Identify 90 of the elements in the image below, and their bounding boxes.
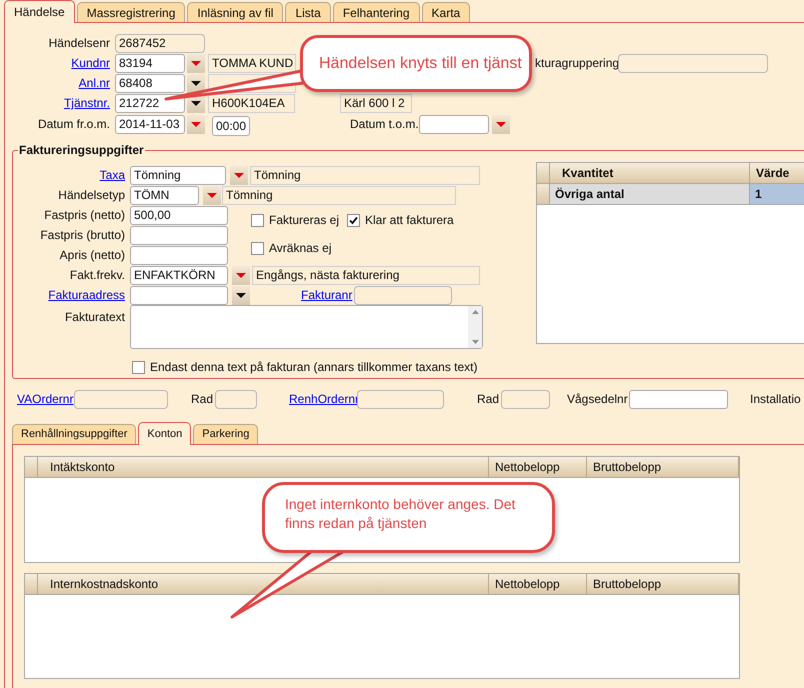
label-link[interactable]: RenhOrdernr xyxy=(289,392,360,406)
field-label: Fakturatext xyxy=(64,310,125,324)
scroll-up-icon[interactable] xyxy=(472,310,478,314)
tab[interactable]: Felhantering xyxy=(332,2,420,22)
column-header[interactable]: Intäktskonto xyxy=(38,457,489,477)
text-field[interactable] xyxy=(130,226,228,244)
field-label: Händelsenr xyxy=(48,36,110,50)
column-header[interactable]: Bruttobelopp xyxy=(587,457,739,477)
tab[interactable]: Parkering xyxy=(193,424,258,444)
field-label: Fakt.frekv. xyxy=(70,268,125,282)
tab[interactable]: Inläsning av fil xyxy=(187,2,284,22)
callout: Händelsen knyts till en tjänst xyxy=(300,35,532,92)
label-link[interactable]: Fakturaadress xyxy=(48,288,125,302)
text-field[interactable]: 00:00 xyxy=(212,116,250,136)
section-title: Faktureringsuppgifter xyxy=(18,142,145,159)
caret-icon xyxy=(191,122,201,126)
field-label: Fastpris (brutto) xyxy=(40,228,125,242)
tab[interactable]: Renhållningsuppgifter xyxy=(12,424,136,444)
text-field[interactable] xyxy=(618,54,768,72)
caret-icon xyxy=(191,60,201,66)
label-link[interactable]: Anl.nr xyxy=(78,76,110,90)
text-field[interactable] xyxy=(354,286,452,304)
text-field[interactable]: Tömning xyxy=(130,166,226,184)
label-link[interactable]: Kundnr xyxy=(71,56,110,70)
field-label: Datum t.o.m. xyxy=(350,117,419,131)
scroll-down-icon[interactable] xyxy=(472,340,478,344)
text-field[interactable]: TÖMN xyxy=(130,186,199,204)
text-field[interactable] xyxy=(74,390,168,408)
column-header[interactable]: Nettobelopp xyxy=(489,574,587,594)
label-link[interactable]: VAOrdernr xyxy=(17,392,74,406)
text-field[interactable] xyxy=(130,246,228,264)
column-header[interactable]: Kvantitet xyxy=(550,163,750,183)
description-field: Tömning xyxy=(250,166,480,184)
text-field[interactable]: 500,00 xyxy=(130,206,228,224)
scrollbar[interactable] xyxy=(468,306,482,348)
text-field[interactable] xyxy=(215,390,257,408)
tab[interactable]: Lista xyxy=(285,2,331,22)
description-field: TOMMA KUND xyxy=(208,54,296,72)
checkbox[interactable] xyxy=(347,214,360,226)
text-field[interactable] xyxy=(357,390,444,408)
checkbox[interactable] xyxy=(251,214,264,226)
column-header[interactable]: Nettobelopp xyxy=(489,457,587,477)
table-cell: Övriga antal xyxy=(550,184,750,204)
caret-icon xyxy=(191,80,201,86)
column-header[interactable]: Värde xyxy=(750,163,804,183)
dropdown-button[interactable] xyxy=(232,286,250,304)
text-field[interactable]: 83194 xyxy=(115,54,185,72)
checkbox[interactable] xyxy=(251,242,264,254)
dropdown-button[interactable] xyxy=(187,74,205,92)
label-link[interactable]: Tjänstnr. xyxy=(64,96,110,110)
text-field[interactable] xyxy=(501,390,550,408)
checkbox[interactable] xyxy=(132,360,145,374)
table-cell: 1 xyxy=(750,184,804,204)
description-field: Tömning xyxy=(222,186,456,204)
checkbox-label: Faktureras ej xyxy=(269,212,340,229)
caret-icon xyxy=(236,292,246,298)
field-label: Installatio xyxy=(750,392,801,406)
description-field: Kärl 600 l 2 xyxy=(340,94,412,112)
text-field[interactable]: 68408 xyxy=(115,74,185,92)
field-label: Apris (netto) xyxy=(60,248,125,262)
field-label: Rad xyxy=(191,392,214,406)
field-label: kturagruppering xyxy=(535,56,620,70)
tab[interactable]: Konton xyxy=(138,422,192,445)
caret-icon xyxy=(236,272,246,278)
tab[interactable]: Massregistrering xyxy=(76,2,186,22)
text-field[interactable]: ENFAKTKÖRN xyxy=(130,266,228,284)
tab[interactable]: Händelse xyxy=(4,0,75,23)
field-label: Rad xyxy=(477,392,500,406)
text-field[interactable]: 2014-11-03 xyxy=(115,114,185,134)
checkbox-label: Klar att fakturera xyxy=(365,212,454,229)
text-field[interactable] xyxy=(419,114,489,134)
field-label: Datum fr.o.m. xyxy=(38,117,110,131)
caret-icon xyxy=(207,192,217,198)
check-icon xyxy=(349,216,358,224)
field-label: Händelsetyp xyxy=(58,188,125,202)
text-field[interactable] xyxy=(629,390,728,408)
label-link[interactable]: Fakturanr xyxy=(301,288,352,302)
text-field[interactable] xyxy=(130,286,228,304)
label-link[interactable]: Taxa xyxy=(100,168,125,182)
caret-icon xyxy=(496,122,506,126)
checkbox-label: Avräknas ej xyxy=(269,240,332,257)
column-header[interactable]: Bruttobelopp xyxy=(587,574,739,594)
description-field: Engångs, nästa fakturering xyxy=(252,266,480,284)
tab[interactable]: Karta xyxy=(422,2,470,22)
field-label: Vågsedelnr xyxy=(567,392,628,406)
field-label: Fastpris (netto) xyxy=(44,208,125,222)
description-field: H600K104EA xyxy=(208,94,295,112)
checkbox-label: Endast denna text på fakturan (annars tillkommer taxans text) xyxy=(150,359,478,376)
caret-icon xyxy=(234,172,244,178)
text-field[interactable]: 2687452 xyxy=(115,34,205,52)
